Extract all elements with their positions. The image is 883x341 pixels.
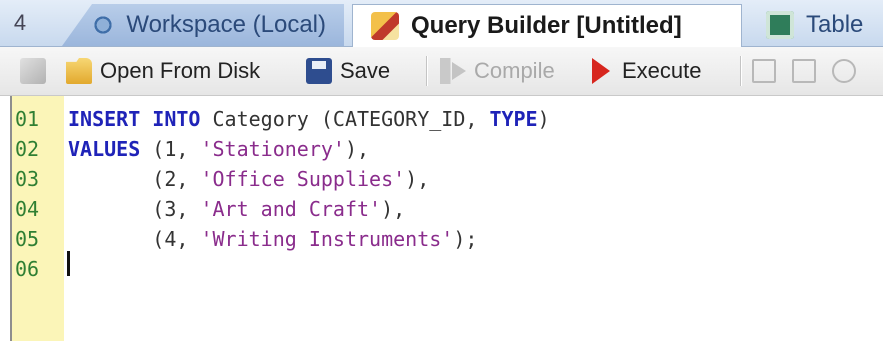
- sql-text: (1,: [140, 137, 201, 161]
- sql-text: ),: [405, 167, 430, 191]
- sql-string: 'Stationery': [200, 137, 345, 161]
- hand-icon: [832, 59, 856, 83]
- tab-table[interactable]: Table: [748, 4, 863, 46]
- format-button[interactable]: [752, 53, 776, 89]
- new-query-icon: [20, 58, 46, 84]
- line-number: 02: [15, 137, 40, 161]
- sql-text: ): [537, 107, 550, 131]
- open-from-disk-label: Open From Disk: [100, 58, 261, 83]
- insert-button[interactable]: [792, 53, 816, 89]
- tab-label: Table: [806, 11, 864, 38]
- sql-keyword: INSERT INTO: [68, 107, 201, 131]
- line-number: 05: [15, 227, 40, 251]
- tab-label: Query Builder [Untitled]: [411, 12, 682, 39]
- workspace-icon: [92, 11, 115, 39]
- sql-text: (2,: [68, 167, 201, 191]
- compile-button[interactable]: Compile: [440, 53, 555, 89]
- new-query-button[interactable]: [20, 53, 54, 89]
- code-line: INSERT INTO Category (CATEGORY_ID, TYPE): [68, 104, 550, 134]
- sql-keyword: VALUES: [68, 137, 141, 161]
- sql-editor[interactable]: 01 INSERT INTO Category (CATEGORY_ID, TYP…: [0, 96, 883, 341]
- compile-icon: [440, 58, 466, 84]
- open-from-disk-button[interactable]: Open From Disk: [66, 53, 260, 89]
- query-toolbar: Open From Disk Save Compile Execute: [0, 47, 883, 96]
- tab-workspace-local[interactable]: Workspace (Local): [62, 4, 344, 46]
- save-button[interactable]: Save: [306, 53, 390, 89]
- line-number: 06: [15, 257, 40, 281]
- execute-play-icon: [592, 58, 610, 84]
- line-number: 04: [15, 197, 40, 221]
- tab-label: Workspace (Local): [126, 11, 326, 38]
- document-tab-bar: 4 Workspace (Local) Query Builder [Untit…: [0, 0, 883, 47]
- compile-label: Compile: [474, 58, 555, 83]
- code-line: VALUES (1, 'Stationery'),: [68, 134, 369, 164]
- open-folder-icon: [66, 58, 92, 84]
- table-icon: [766, 11, 794, 39]
- code-line: (2, 'Office Supplies'),: [68, 164, 429, 194]
- format-icon: [752, 59, 776, 83]
- sql-text: ),: [344, 137, 370, 161]
- toolbar-divider: [426, 56, 427, 86]
- sql-text: ),: [381, 197, 406, 221]
- sql-string: 'Art and Craft': [200, 197, 382, 221]
- sql-text: );: [453, 227, 478, 251]
- tab-scroll-left-button[interactable]: 4: [0, 0, 40, 46]
- sql-text: (4,: [68, 227, 201, 251]
- sql-text: (3,: [68, 197, 201, 221]
- execute-label: Execute: [622, 58, 702, 83]
- execute-button[interactable]: Execute: [592, 53, 702, 89]
- toolbar-divider: [740, 56, 741, 86]
- insert-icon: [792, 59, 816, 83]
- save-label: Save: [340, 58, 391, 83]
- sql-keyword: TYPE: [489, 107, 538, 131]
- query-builder-icon: [371, 12, 399, 40]
- hand-tool-button[interactable]: [832, 53, 856, 89]
- code-line: (3, 'Art and Craft'),: [68, 194, 405, 224]
- line-number: 01: [15, 107, 40, 131]
- sql-text: Category (CATEGORY_ID,: [200, 107, 490, 131]
- code-line: (4, 'Writing Instruments');: [68, 224, 477, 254]
- save-disk-icon: [306, 58, 332, 84]
- line-number: 03: [15, 167, 40, 191]
- sql-string: 'Writing Instruments': [200, 227, 454, 251]
- sql-string: 'Office Supplies': [200, 167, 406, 191]
- text-caret: [67, 251, 70, 276]
- tab-query-builder[interactable]: Query Builder [Untitled]: [352, 4, 742, 47]
